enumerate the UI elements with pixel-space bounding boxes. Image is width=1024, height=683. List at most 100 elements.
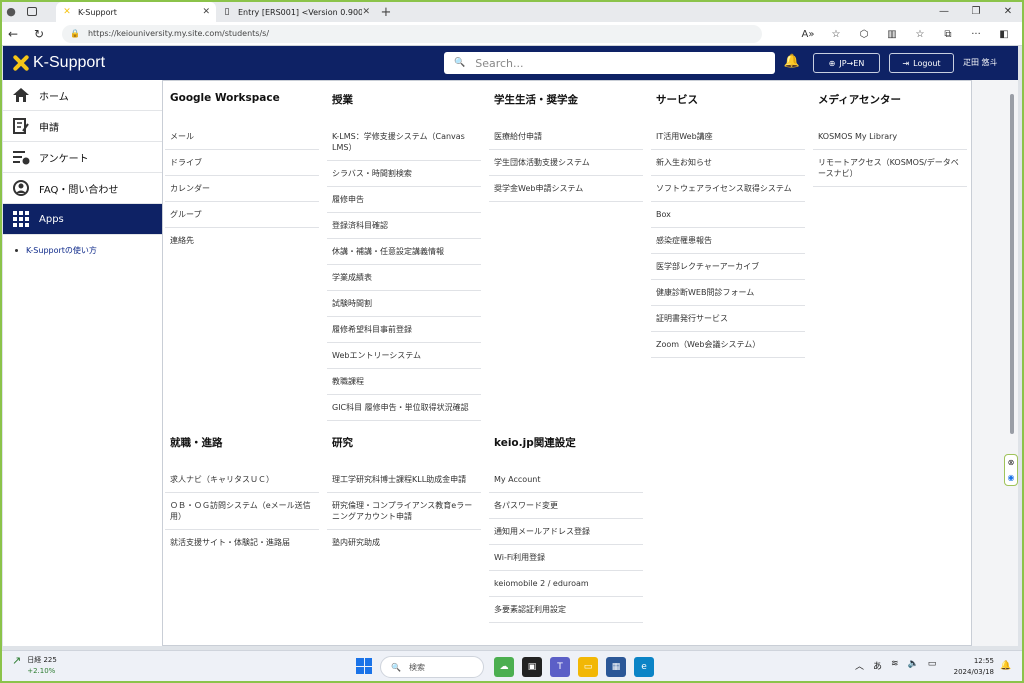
close-tab-icon[interactable]: ✕ [362, 7, 370, 17]
sidebar-item-survey[interactable]: アンケート [3, 142, 162, 173]
menu-item[interactable]: 医学部レクチャーアーカイブ [651, 254, 805, 280]
close-circle-icon[interactable]: ⊗ [1008, 458, 1015, 467]
menu-item[interactable]: keiomobile 2 / eduroam [489, 571, 643, 597]
menu-item[interactable]: 学業成績表 [327, 265, 481, 291]
minimize-icon[interactable]: — [928, 0, 960, 22]
menu-item[interactable]: Webエントリーシステム [327, 343, 481, 369]
menu-item[interactable]: 証明書発行サービス [651, 306, 805, 332]
menu-item[interactable]: KOSMOS My Library [813, 124, 967, 150]
restore-icon[interactable]: ❐ [960, 0, 992, 22]
battery-icon[interactable]: ▭ [928, 659, 937, 672]
menu-item[interactable]: 履修申告 [327, 187, 481, 213]
reload-icon[interactable]: ↻ [26, 22, 52, 46]
menu-item[interactable]: カレンダー [165, 176, 319, 202]
browser-tab-entry[interactable]: ▯ Entry [ERS001] <Version 0.900> ✕ [216, 2, 376, 22]
favorites-icon[interactable]: ☆ [906, 22, 934, 46]
taskbar-search[interactable]: 🔍 検索 [380, 656, 484, 678]
read-aloud-icon[interactable]: A» [794, 22, 822, 46]
menu-item[interactable]: Zoom（Web会議システム） [651, 332, 805, 358]
taskbar-clock[interactable]: 12:55 2024/03/18 [950, 656, 994, 678]
menu-item[interactable]: 各パスワード変更 [489, 493, 643, 519]
scrollbar-thumb[interactable] [1010, 94, 1014, 434]
menu-item[interactable]: My Account [489, 467, 643, 493]
menu-item[interactable]: ドライブ [165, 150, 319, 176]
stock-widget[interactable]: ↗ 日経 225 +2.10% [12, 655, 57, 677]
tab-actions-icon[interactable] [22, 0, 42, 22]
menu-item[interactable]: グループ [165, 202, 319, 228]
menu-item[interactable]: 感染症罹患報告 [651, 228, 805, 254]
copilot-icon[interactable]: ◉ [1008, 473, 1015, 482]
logout-button[interactable]: ⇥ Logout [889, 53, 954, 73]
menu-item[interactable]: 塾内研究助成 [327, 530, 481, 555]
menu-item[interactable]: 学生団体活動支援システム [489, 150, 643, 176]
menu-item[interactable]: GIC科目 履修申告・単位取得状況確認 [327, 395, 481, 421]
menu-column-title: keio.jp関連設定 [494, 437, 576, 449]
browser-tab-ksupport[interactable]: ✕ K-Support ✕ [56, 2, 216, 22]
menu-item[interactable]: ＯＢ・ＯＧ訪問システム（eメール送信用） [165, 493, 319, 530]
menu-item[interactable]: 教職課程 [327, 369, 481, 395]
edge-browser-icon[interactable]: e [634, 657, 654, 677]
profile-icon[interactable]: ● [0, 0, 22, 22]
url-field[interactable]: 🔒 https://keiouniversity.my.site.com/stu… [62, 24, 762, 43]
search-box[interactable]: 🔍 [444, 52, 775, 74]
menu-item[interactable]: 登録済科目確認 [327, 213, 481, 239]
menu-item[interactable]: 就活支援サイト・体験記・進路届 [165, 530, 319, 555]
system-tray: ︿ あ ≋ 🔈 ▭ [855, 659, 945, 672]
language-switch-button[interactable]: ⊕ JP→EN [813, 53, 880, 73]
split-screen-icon[interactable]: ▥ [878, 22, 906, 46]
menu-item[interactable]: メール [165, 124, 319, 150]
windows-start-icon[interactable] [356, 658, 372, 674]
chevron-up-icon[interactable]: ︿ [855, 659, 864, 672]
logout-icon: ⇥ [902, 58, 910, 68]
ksupport-guide-link[interactable]: K-Supportの使い方 [3, 245, 162, 256]
notification-bell-icon[interactable]: 🔔 [783, 54, 801, 72]
brand-logo[interactable]: K-Support [11, 54, 105, 72]
menu-item[interactable]: ソフトウェアライセンス取得システム [651, 176, 805, 202]
collections-icon[interactable]: ⧉ [934, 22, 962, 46]
taskbar-apps: ☁ ▣ T ▭ ▦ e [490, 657, 658, 677]
menu-item[interactable]: 試験時間割 [327, 291, 481, 317]
menu-item[interactable]: リモートアクセス（KOSMOS/データベースナビ） [813, 150, 967, 187]
extensions-icon[interactable]: ⬡ [850, 22, 878, 46]
close-tab-icon[interactable]: ✕ [202, 7, 210, 17]
menu-item[interactable]: 連絡先 [165, 228, 319, 253]
menu-item[interactable]: 健康診断WEB問診フォーム [651, 280, 805, 306]
back-arrow-icon[interactable]: ← [0, 22, 26, 46]
menu-item[interactable]: 履修希望科目事前登録 [327, 317, 481, 343]
menu-item[interactable]: 研究倫理・コンプライアンス教育eラーニングアカウント申請 [327, 493, 481, 530]
teams-app-icon[interactable]: T [550, 657, 570, 677]
menu-item[interactable]: 奨学金Web申請システム [489, 176, 643, 202]
menu-item[interactable]: Wi-Fi利用登録 [489, 545, 643, 571]
wifi-icon[interactable]: ≋ [891, 659, 899, 672]
new-tab-button[interactable]: + [376, 2, 396, 22]
favorite-star-icon[interactable]: ☆ [822, 22, 850, 46]
menu-item[interactable]: 休講・補講・任意設定講義情報 [327, 239, 481, 265]
browser-side-widget[interactable]: ⊗ ◉ [1004, 454, 1018, 486]
sidebar-toggle-icon[interactable]: ◧ [990, 22, 1018, 46]
menu-item[interactable]: IT活用Web講座 [651, 124, 805, 150]
notification-center-icon[interactable]: 🔔 [1000, 661, 1011, 671]
search-input[interactable] [475, 56, 756, 70]
sidebar-item-home[interactable]: ホーム [3, 80, 162, 111]
file-explorer-icon[interactable]: ▭ [578, 657, 598, 677]
menu-item[interactable]: 理工学研究科博士課程KLL助成金申請 [327, 467, 481, 493]
sidebar-item-faq[interactable]: FAQ・問い合わせ [3, 173, 162, 204]
more-options-icon[interactable]: ··· [962, 22, 990, 46]
sidebar-item-application[interactable]: 申請 [3, 111, 162, 142]
user-name[interactable]: 疋田 悠斗 [963, 57, 998, 68]
sidebar-item-apps[interactable]: Apps [3, 204, 162, 235]
menu-item[interactable]: Box [651, 202, 805, 228]
menu-item[interactable]: 通知用メールアドレス登録 [489, 519, 643, 545]
volume-icon[interactable]: 🔈 [908, 659, 919, 672]
widgets-app-icon[interactable]: ☁ [494, 657, 514, 677]
ime-indicator[interactable]: あ [873, 659, 882, 672]
task-view-icon[interactable]: ▣ [522, 657, 542, 677]
close-window-icon[interactable]: ✕ [992, 0, 1024, 22]
menu-item[interactable]: 医療給付申請 [489, 124, 643, 150]
menu-item[interactable]: 新入生お知らせ [651, 150, 805, 176]
menu-item[interactable]: シラバス・時間割検索 [327, 161, 481, 187]
menu-item[interactable]: K-LMS：学修支援システム（Canvas LMS） [327, 124, 481, 161]
store-app-icon[interactable]: ▦ [606, 657, 626, 677]
menu-item[interactable]: 求人ナビ（キャリタスＵＣ） [165, 467, 319, 493]
menu-item[interactable]: 多要素認証利用設定 [489, 597, 643, 623]
